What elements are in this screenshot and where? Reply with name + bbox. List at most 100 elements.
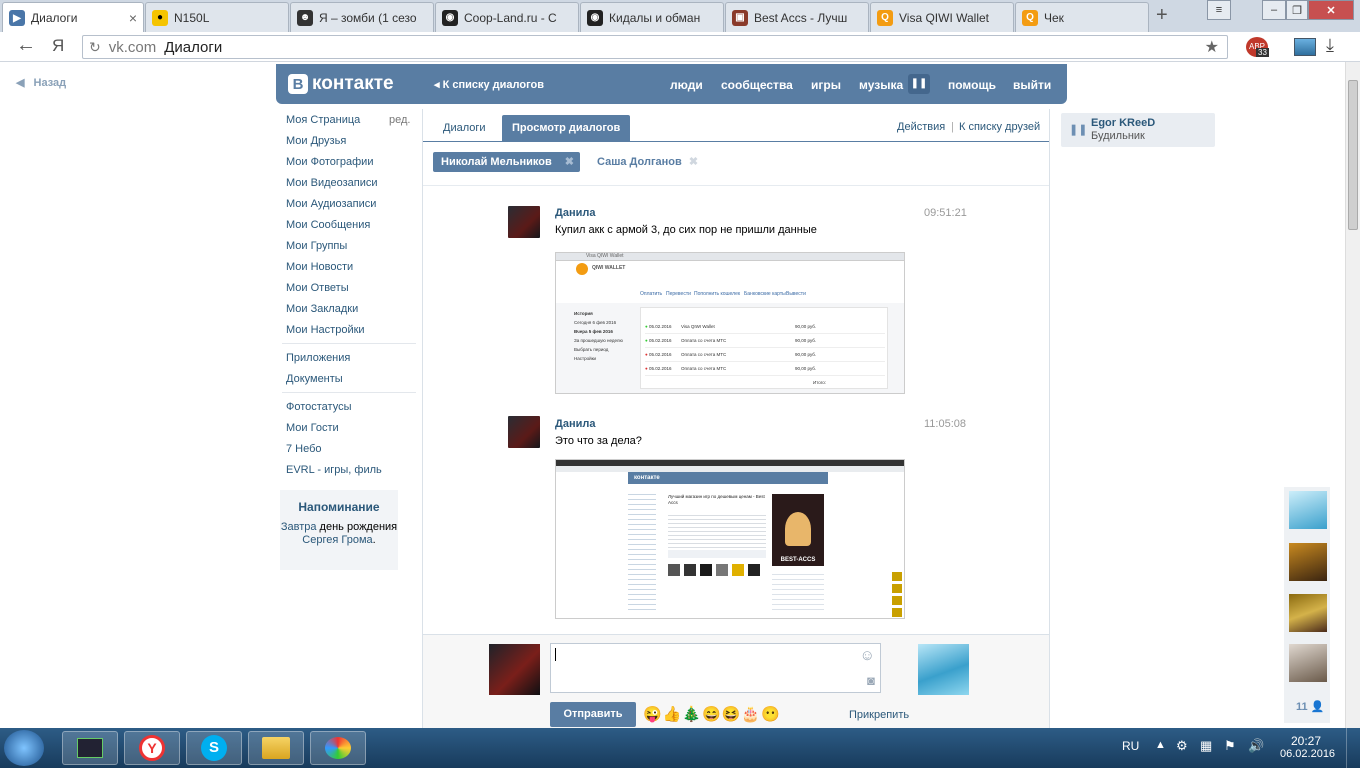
menu-audio[interactable]: Мои Аудиозаписи [286, 198, 376, 210]
close-window-icon[interactable]: ✕ [1308, 0, 1354, 20]
menu-apps[interactable]: Приложения [286, 352, 350, 364]
smile-icon[interactable]: ☺ [860, 647, 875, 664]
avatar[interactable] [508, 206, 540, 238]
pause-icon[interactable]: ❚❚ [1069, 123, 1087, 136]
flag-icon[interactable]: ⚑ [1224, 738, 1236, 754]
pause-icon[interactable]: ❚❚ [908, 74, 930, 94]
taskbar-explorer[interactable] [248, 731, 304, 765]
message-input[interactable]: ☺ ◙ [550, 643, 881, 693]
zombie-icon: ☻ [297, 9, 313, 26]
menu-groups[interactable]: Мои Группы [286, 240, 347, 252]
tab-chek[interactable]: Q Чек [1015, 2, 1149, 32]
actions-link[interactable]: Действия [897, 121, 945, 133]
menu-answers[interactable]: Мои Ответы [286, 282, 349, 294]
scrollbar-thumb[interactable] [1348, 80, 1358, 230]
reminder-tomorrow-link[interactable]: Завтра [281, 521, 317, 533]
tray-chevron-icon[interactable]: ▲ [1155, 739, 1166, 751]
nav-games[interactable]: игры [811, 78, 841, 92]
close-icon[interactable]: ✖ [689, 156, 698, 168]
close-icon[interactable]: ✖ [565, 152, 574, 172]
vk-logo[interactable]: В контакте [288, 73, 394, 95]
avatar[interactable] [1289, 491, 1327, 529]
tab-coopland[interactable]: ◉ Coop-Land.ru - С [435, 2, 579, 32]
taskbar-terminal[interactable] [62, 731, 118, 765]
nav-help[interactable]: помощь [948, 78, 996, 92]
menu-messages[interactable]: Мои Сообщения [286, 219, 370, 231]
tab-view-dialogs[interactable]: Просмотр диалогов [502, 115, 631, 141]
restore-icon[interactable]: ❐ [1286, 0, 1308, 20]
tab-zombie[interactable]: ☻ Я – зомби (1 сезо [290, 2, 434, 32]
reminder-person-link[interactable]: Сергея Грома [302, 534, 372, 546]
tab-dialogs-list[interactable]: Диалоги [433, 115, 496, 141]
volume-icon[interactable]: 🔊 [1248, 738, 1264, 754]
vk-logo-letter: В [288, 74, 308, 94]
language-indicator[interactable]: RU [1122, 739, 1139, 753]
picture-icon[interactable] [1294, 38, 1316, 56]
chip-nikolay[interactable]: Николай Мельников ✖ [433, 152, 580, 172]
tab-bestaccs[interactable]: ▣ Best Accs - Лучш [725, 2, 869, 32]
yandex-icon[interactable]: Я [52, 36, 64, 56]
nav-logout[interactable]: выйти [1013, 78, 1051, 92]
tab-qiwi[interactable]: Q Visa QIWI Wallet [870, 2, 1014, 32]
download-icon[interactable]: ⤓ [1326, 35, 1334, 56]
avatar[interactable] [1289, 594, 1327, 632]
qiwi-total: Итого: [813, 380, 827, 385]
menu-guests[interactable]: Мои Гости [286, 422, 339, 434]
new-tab-icon[interactable]: + [1156, 4, 1168, 27]
avatar[interactable] [1289, 644, 1327, 682]
start-button[interactable] [4, 730, 44, 766]
camera-icon[interactable]: ◙ [867, 673, 875, 688]
nav-communities[interactable]: сообщества [721, 78, 793, 92]
attached-photo-qiwi[interactable]: Visa QIWI Wallet QIWI WALLET Оплатить Пе… [555, 252, 905, 394]
page-scrollbar[interactable] [1345, 62, 1360, 728]
menu-my-page[interactable]: Моя Страница [286, 114, 360, 126]
tab-n150l[interactable]: ● N150L [145, 2, 289, 32]
menu-evrl[interactable]: EVRL - игры, филь [286, 464, 382, 476]
friends-list-link[interactable]: К списку друзей [959, 121, 1040, 133]
to-dialog-list-link[interactable]: ◂ К списку диалогов [434, 78, 544, 91]
contact-avatar[interactable] [918, 644, 969, 695]
attached-photo-vk[interactable]: контакте Лучший магазин игр по дешевым ц… [555, 459, 905, 619]
attach-link[interactable]: Прикрепить [849, 709, 909, 721]
my-avatar[interactable] [489, 644, 540, 695]
tab-dialogs[interactable]: ▶ Диалоги × [2, 2, 144, 33]
menu-documents[interactable]: Документы [286, 373, 343, 385]
taskbar-skype[interactable]: S [186, 731, 242, 765]
taskbar-paint[interactable] [310, 731, 366, 765]
audio-player[interactable]: ❚❚ Egor KReeD Будильник [1061, 113, 1215, 147]
menu-news[interactable]: Мои Новости [286, 261, 353, 273]
close-icon[interactable]: × [129, 10, 137, 26]
bookmark-star-icon[interactable]: ★ [1205, 37, 1219, 57]
menu-friends[interactable]: Мои Друзья [286, 135, 346, 147]
network-icon[interactable]: ▦ [1200, 738, 1212, 754]
menu-edit-link[interactable]: ред. [389, 114, 410, 126]
menu-photostatus[interactable]: Фотостатусы [286, 401, 352, 413]
tray-clock[interactable]: 20:27 06.02.2016 [1280, 734, 1335, 760]
url-field[interactable]: ↻ vk.com Диалоги ★ [82, 35, 1228, 59]
friends-count[interactable]: 11 👤 [1296, 700, 1324, 713]
show-desktop-button[interactable] [1346, 728, 1360, 768]
menu-7-nebo[interactable]: 7 Небо [286, 443, 322, 455]
menu-photos[interactable]: Мои Фотографии [286, 156, 373, 168]
avatar[interactable] [508, 416, 540, 448]
chip-sasha[interactable]: Саша Долганов ✖ [593, 152, 702, 172]
message-author[interactable]: Данила [555, 207, 595, 219]
vk-shot-thumbs [668, 564, 768, 580]
nav-people[interactable]: люди [670, 78, 703, 92]
avatar[interactable] [1289, 543, 1327, 581]
steam-icon[interactable]: ⚙ [1176, 738, 1188, 754]
taskbar-yandex-browser[interactable]: Y [124, 731, 180, 765]
send-button[interactable]: Отправить [550, 702, 636, 727]
menu-bookmarks[interactable]: Мои Закладки [286, 303, 358, 315]
emoji-bar[interactable]: 😜👍🎄😄😆🎂😶 [643, 705, 781, 723]
back-arrow-icon[interactable]: ← [16, 34, 36, 57]
menu-settings[interactable]: Мои Настройки [286, 324, 365, 336]
reload-icon[interactable]: ↻ [89, 39, 101, 56]
nav-music[interactable]: музыка [859, 78, 903, 92]
tab-kidaly[interactable]: ◉ Кидалы и обман [580, 2, 724, 32]
message-author[interactable]: Данила [555, 418, 595, 430]
menu-icon[interactable]: ≡ [1207, 0, 1231, 20]
minimize-icon[interactable]: – [1262, 0, 1286, 20]
back-link[interactable]: ◀ Назад [16, 76, 66, 89]
menu-videos[interactable]: Мои Видеозаписи [286, 177, 378, 189]
